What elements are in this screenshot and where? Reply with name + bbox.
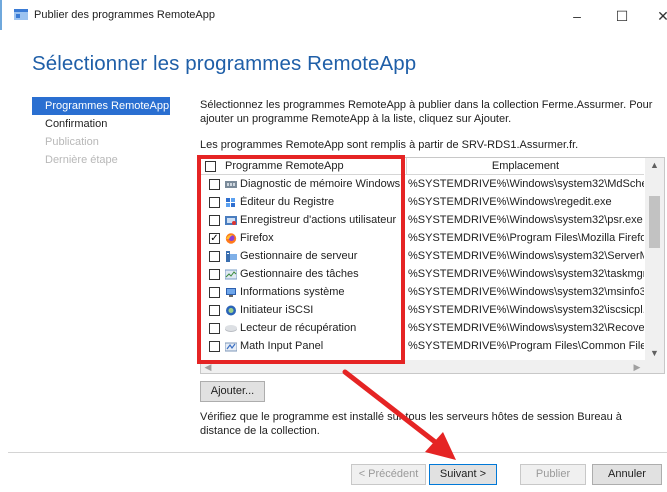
minimize-button[interactable]: – <box>560 3 594 29</box>
select-all-checkbox[interactable] <box>205 161 216 172</box>
math-input-panel-icon <box>225 342 237 352</box>
table-row[interactable]: Informations système %SYSTEMDRIVE%\Windo… <box>201 284 644 302</box>
nav-item-publication: Publication <box>45 136 99 148</box>
install-note: Vérifiez que le programme est installé s… <box>200 411 622 437</box>
task-manager-icon <box>225 269 237 280</box>
table-row[interactable]: Initiateur iSCSI %SYSTEMDRIVE%\Windows\s… <box>201 302 644 320</box>
maximize-button[interactable]: ☐ <box>605 3 639 29</box>
table-row[interactable]: Gestionnaire de serveur %SYSTEMDRIVE%\Wi… <box>201 248 644 266</box>
memory-diagnostic-icon <box>225 181 237 188</box>
program-location: %SYSTEMDRIVE%\Windows\system32\msinfo3..… <box>408 286 644 298</box>
row-checkbox[interactable] <box>209 287 220 298</box>
program-name: Enregistreur d'actions utilisateur <box>240 214 397 226</box>
publish-button[interactable]: Publier <box>520 464 586 485</box>
table-row[interactable]: Lecteur de récupération %SYSTEMDRIVE%\Wi… <box>201 320 644 338</box>
row-checkbox[interactable] <box>209 269 220 280</box>
add-button[interactable]: Ajouter... <box>200 381 265 402</box>
program-name: Lecteur de récupération <box>240 322 357 334</box>
program-location: %SYSTEMDRIVE%\Windows\system32\iscsicpl.… <box>408 304 644 316</box>
recovery-drive-icon <box>225 325 237 332</box>
program-name: Gestionnaire des tâches <box>240 268 359 280</box>
steps-recorder-icon <box>225 216 237 225</box>
iscsi-initiator-icon <box>226 305 236 316</box>
nav-item-programmes-remoteapp[interactable]: Programmes RemoteApp <box>32 97 170 115</box>
window-title: Publier des programmes RemoteApp <box>34 9 215 21</box>
horizontal-scrollbar[interactable]: ◀ ▶ <box>201 360 664 373</box>
title-bar: Publier des programmes RemoteApp – ☐ ✕ <box>0 0 667 30</box>
program-list[interactable]: Programme RemoteApp Emplacement Diagnost… <box>200 157 665 374</box>
row-checkbox[interactable] <box>209 179 220 190</box>
source-text: Les programmes RemoteApp sont remplis à … <box>200 139 579 151</box>
nav-item-derniere-etape: Dernière étape <box>45 154 118 166</box>
table-row[interactable]: Gestionnaire des tâches %SYSTEMDRIVE%\Wi… <box>201 266 644 284</box>
row-checkbox[interactable] <box>209 341 220 352</box>
next-button[interactable]: Suivant > <box>429 464 497 485</box>
program-location: %SYSTEMDRIVE%\Windows\system32\Recovery.… <box>408 322 644 334</box>
server-manager-icon <box>226 251 237 262</box>
scroll-left-icon[interactable]: ◀ <box>201 360 215 373</box>
registry-editor-icon <box>226 198 235 207</box>
column-header-location[interactable]: Emplacement <box>406 158 644 175</box>
scroll-up-icon[interactable]: ▲ <box>645 158 664 172</box>
program-name: Informations système <box>240 286 345 298</box>
scrollbar-thumb[interactable] <box>649 196 660 248</box>
scroll-right-icon[interactable]: ▶ <box>630 360 644 373</box>
row-checkbox[interactable] <box>209 305 220 316</box>
row-checkbox[interactable] <box>209 251 220 262</box>
table-row[interactable]: ✓ Firefox %SYSTEMDRIVE%\Program Files\Mo… <box>201 230 644 248</box>
column-header-program[interactable]: Programme RemoteApp <box>201 158 405 175</box>
program-location: %SYSTEMDRIVE%\Windows\system32\taskmgr..… <box>408 268 644 280</box>
row-checkbox[interactable] <box>209 215 220 226</box>
footer-divider <box>8 452 667 453</box>
program-location: %SYSTEMDRIVE%\Windows\system32\MdSche... <box>408 178 644 190</box>
program-name: Éditeur du Registre <box>240 196 335 208</box>
program-name: Diagnostic de mémoire Windows <box>240 178 401 190</box>
program-location: %SYSTEMDRIVE%\Program Files\Common Files… <box>408 340 644 352</box>
remoteapp-window-icon <box>14 9 28 20</box>
program-name: Math Input Panel <box>240 340 324 352</box>
row-checkbox[interactable]: ✓ <box>209 233 220 244</box>
row-checkbox[interactable] <box>209 197 220 208</box>
description-text: Sélectionnez les programmes RemoteApp à … <box>200 99 653 125</box>
column-header-program-label: Programme RemoteApp <box>225 160 344 172</box>
scroll-down-icon[interactable]: ▼ <box>645 346 664 360</box>
nav-item-confirmation[interactable]: Confirmation <box>32 115 170 133</box>
system-information-icon <box>226 288 236 297</box>
table-row[interactable]: Enregistreur d'actions utilisateur %SYST… <box>201 212 644 230</box>
vertical-scrollbar[interactable]: ▲ ▼ <box>645 158 664 360</box>
program-name: Gestionnaire de serveur <box>240 250 358 262</box>
close-button[interactable]: ✕ <box>646 3 667 29</box>
grid-rows: Diagnostic de mémoire Windows %SYSTEMDRI… <box>201 176 644 356</box>
table-row[interactable]: Éditeur du Registre %SYSTEMDRIVE%\Window… <box>201 194 644 212</box>
previous-button[interactable]: < Précédent <box>351 464 426 485</box>
wizard-nav: Programmes RemoteApp Confirmation Public… <box>32 97 170 169</box>
cancel-button[interactable]: Annuler <box>592 464 662 485</box>
program-name: Firefox <box>240 232 274 244</box>
page-title: Sélectionner les programmes RemoteApp <box>32 52 417 75</box>
program-location: %SYSTEMDRIVE%\Program Files\Mozilla Fire… <box>408 232 644 244</box>
table-row[interactable]: Math Input Panel %SYSTEMDRIVE%\Program F… <box>201 338 644 356</box>
grid-header: Programme RemoteApp Emplacement <box>201 158 644 175</box>
row-checkbox[interactable] <box>209 323 220 334</box>
firefox-icon <box>225 233 237 244</box>
program-name: Initiateur iSCSI <box>240 304 314 316</box>
program-location: %SYSTEMDRIVE%\Windows\system32\ServerM..… <box>408 250 644 262</box>
program-location: %SYSTEMDRIVE%\Windows\regedit.exe <box>408 196 612 208</box>
program-location: %SYSTEMDRIVE%\Windows\system32\psr.exe <box>408 214 643 226</box>
table-row[interactable]: Diagnostic de mémoire Windows %SYSTEMDRI… <box>201 176 644 194</box>
